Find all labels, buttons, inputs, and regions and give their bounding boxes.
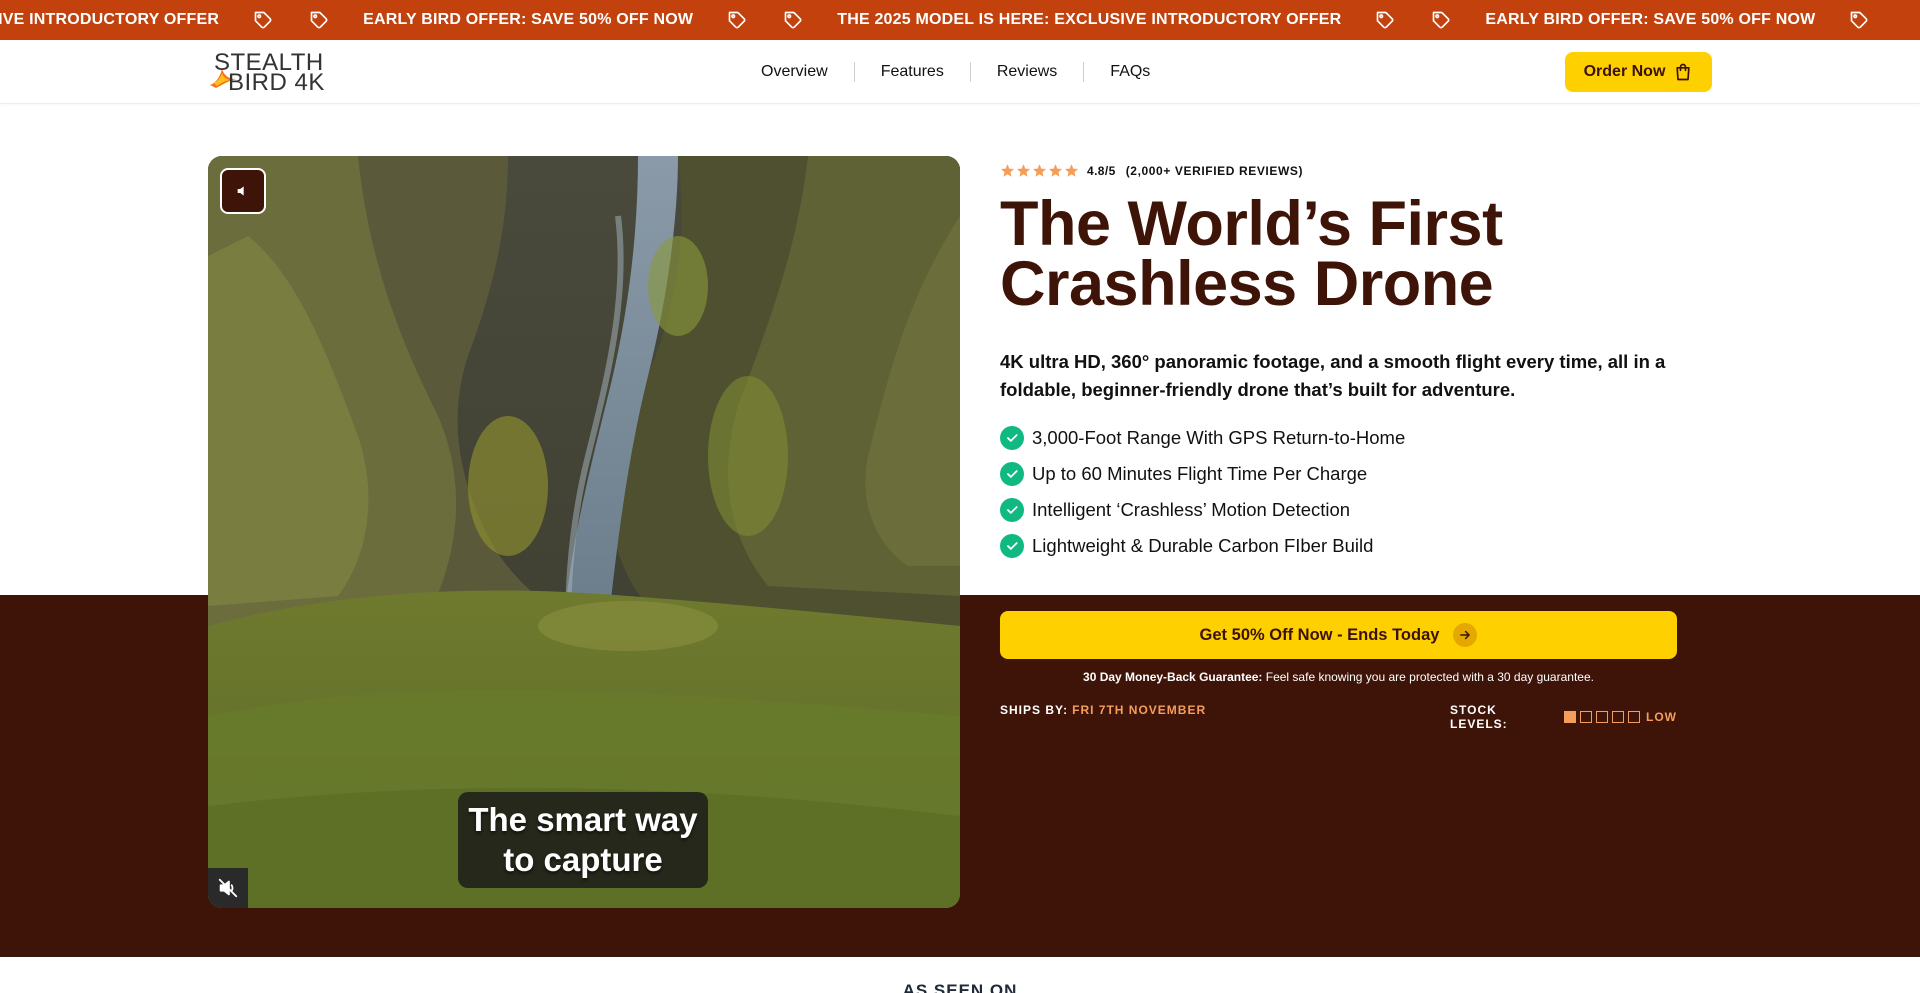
hero-headline: The World’s First Crashless Drone <box>1000 189 1503 319</box>
rating-score: 4.8/5 <box>1087 163 1116 178</box>
brand-logo[interactable]: STEALTH BIRD 4K <box>208 49 343 95</box>
ships-by: SHIPS BY: FRI 7TH NOVEMBER <box>1000 703 1207 717</box>
tag-icon <box>725 8 749 32</box>
nav-overview[interactable]: Overview <box>735 63 854 81</box>
order-now-button[interactable]: Order Now <box>1565 52 1712 92</box>
ticker-item: EXCLUSIVE INTRODUCTORY OFFER <box>0 8 307 32</box>
ship-date: FRI 7TH NOVEMBER <box>1072 703 1207 717</box>
unmute-toggle-button[interactable] <box>220 168 266 214</box>
nav-faqs[interactable]: FAQs <box>1084 63 1176 81</box>
feature-item: Up to 60 Minutes Flight Time Per Charge <box>1000 456 1405 492</box>
tag-icon <box>307 8 331 32</box>
video-caption: The smart way to capture <box>458 792 708 888</box>
speaker-icon <box>237 186 244 196</box>
muted-speaker-icon <box>218 878 238 898</box>
feature-list: 3,000-Foot Range With GPS Return-to-Home… <box>1000 420 1405 564</box>
ticker-item: EARLY BIRD OFFER: SAVE 50% OFF NOW <box>1429 8 1903 32</box>
rating-summary: 4.8/5 (2,000+ VERIFIED REVIEWS) <box>1000 163 1303 178</box>
tag-icon <box>251 8 275 32</box>
feature-item: Lightweight & Durable Carbon FIber Build <box>1000 528 1405 564</box>
ticker-track: EXCLUSIVE INTRODUCTORY OFFER EARLY BIRD … <box>0 0 1903 40</box>
stock-level-box <box>1612 711 1624 723</box>
arrow-right-icon <box>1453 623 1478 647</box>
get-discount-button[interactable]: Get 50% Off Now - Ends Today <box>1000 611 1677 659</box>
stock-status: LOW <box>1646 710 1677 724</box>
stock-level-box <box>1580 711 1592 723</box>
star-icon <box>1016 164 1031 177</box>
tag-icon <box>781 8 805 32</box>
shopping-bag-icon <box>1676 63 1691 81</box>
star-icon <box>1048 164 1063 177</box>
nav-features[interactable]: Features <box>855 63 970 81</box>
star-icon <box>1032 164 1047 177</box>
star-icon <box>1064 164 1079 177</box>
nav-reviews[interactable]: Reviews <box>971 63 1083 81</box>
stock-level-box <box>1596 711 1608 723</box>
main-nav: Overview Features Reviews FAQs <box>735 40 1176 104</box>
tag-icon <box>1429 8 1453 32</box>
hero-subheadline: 4K ultra HD, 360° panoramic footage, and… <box>1000 351 1666 400</box>
check-icon <box>1000 534 1024 558</box>
star-icon <box>1000 164 1015 177</box>
tag-icon <box>1373 8 1397 32</box>
tag-icon <box>1847 8 1871 32</box>
check-icon <box>1000 426 1024 450</box>
ticker-item: EARLY BIRD OFFER: SAVE 50% OFF NOW <box>307 8 781 32</box>
rating-count: (2,000+ VERIFIED REVIEWS) <box>1125 163 1304 178</box>
mute-toggle-button[interactable] <box>208 868 248 908</box>
stock-level-meter <box>1564 711 1640 723</box>
site-header: STEALTH BIRD 4K Overview Features Review… <box>0 40 1920 104</box>
hero-video[interactable]: The smart way to capture <box>208 156 960 908</box>
as-seen-on-heading: AS SEEN ON <box>902 981 1018 993</box>
rating-stars <box>1000 163 1079 178</box>
money-back-guarantee: 30 Day Money-Back Guarantee: Feel safe k… <box>1083 670 1594 684</box>
feature-item: Intelligent ‘Crashless’ Motion Detection <box>1000 492 1405 528</box>
feature-item: 3,000-Foot Range With GPS Return-to-Home <box>1000 420 1405 456</box>
announcement-ticker: EXCLUSIVE INTRODUCTORY OFFER EARLY BIRD … <box>0 0 1920 40</box>
check-icon <box>1000 462 1024 486</box>
stock-level-box <box>1564 711 1576 723</box>
check-icon <box>1000 498 1024 522</box>
stock-levels: STOCK LEVELS: LOW <box>1450 703 1677 731</box>
stock-level-box <box>1628 711 1640 723</box>
ticker-item: THE 2025 MODEL IS HERE: EXCLUSIVE INTROD… <box>781 8 1429 32</box>
as-seen-on-section: AS SEEN ON <box>0 957 1920 993</box>
